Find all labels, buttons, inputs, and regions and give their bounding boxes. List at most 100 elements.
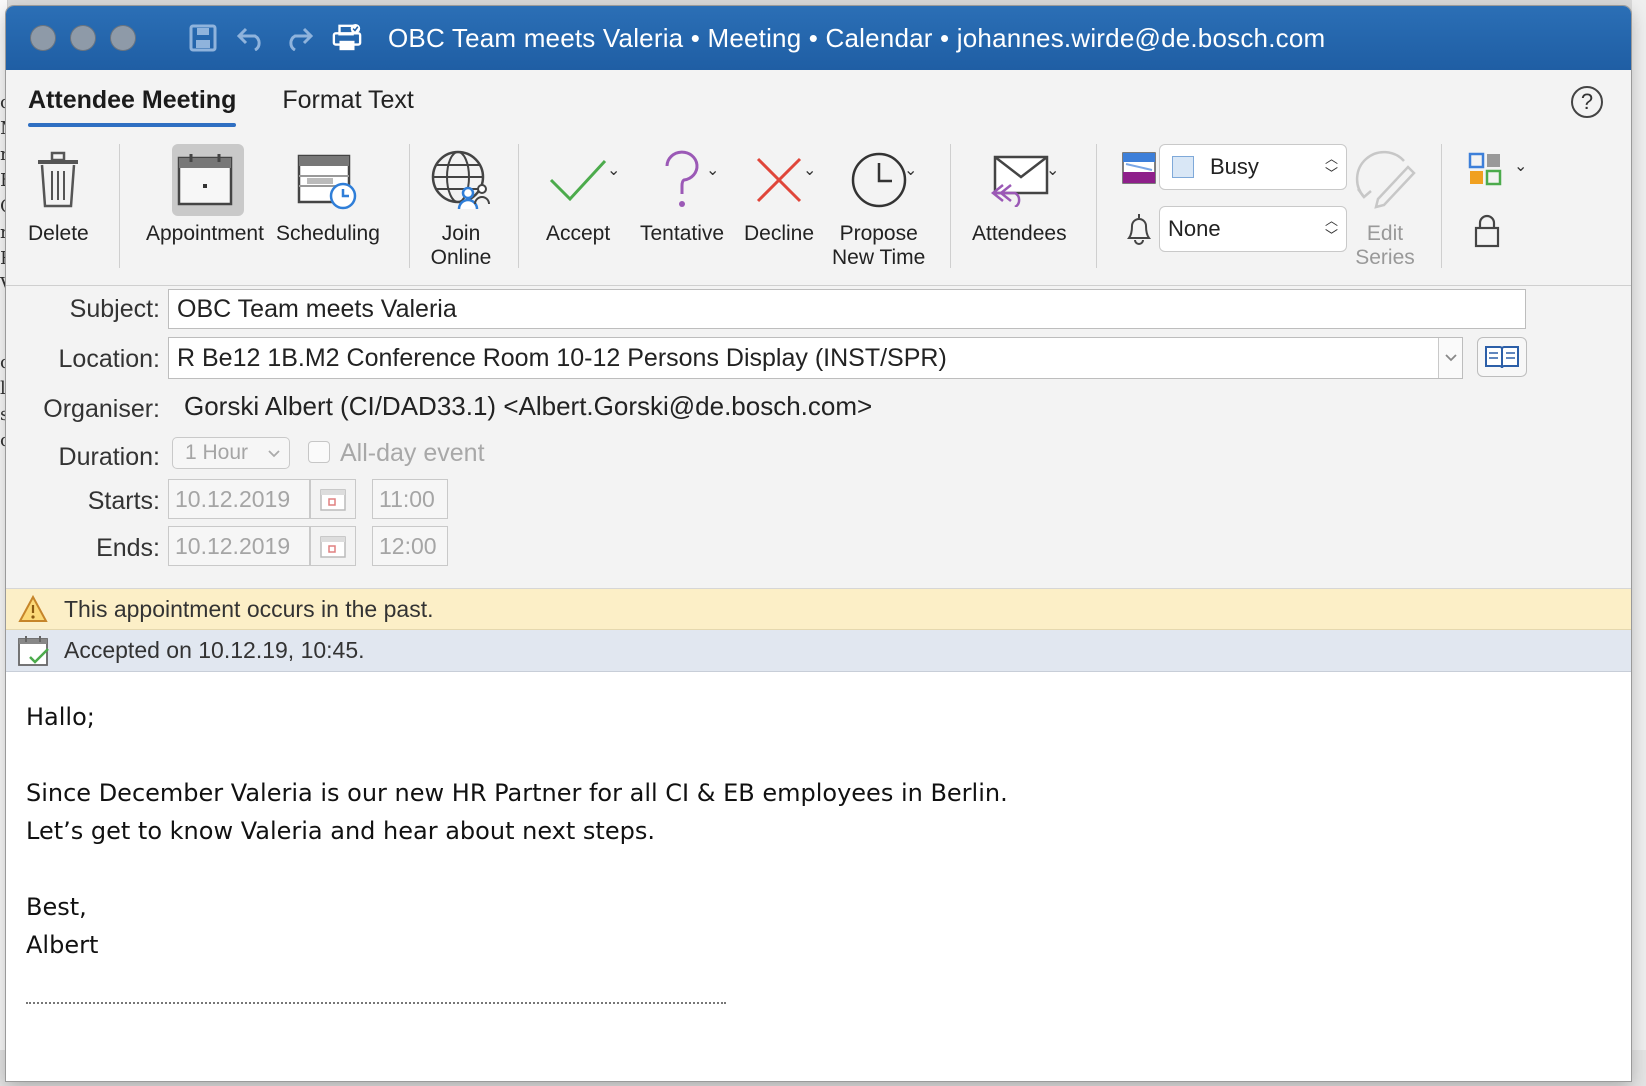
window-controls <box>30 25 136 51</box>
background-app-right <box>1632 0 1646 1086</box>
minimize-window-button[interactable] <box>70 25 96 51</box>
ends-label: Ends: <box>96 534 160 562</box>
mini-calendar-icon <box>320 536 346 558</box>
propose-chevron-down-icon[interactable]: ⌄ <box>904 160 917 180</box>
ribbon: Delete Appointment Scheduling Join Onlin… <box>6 130 1631 286</box>
starts-date-field[interactable]: 10.12.2019 <box>168 479 310 519</box>
accepted-text: Accepted on 10.12.19, 10:45. <box>64 637 365 663</box>
scheduling-label: Scheduling <box>276 222 380 245</box>
tab-attendee-meeting[interactable]: Attendee Meeting <box>28 78 237 127</box>
decline-chevron-down-icon[interactable]: ⌄ <box>803 160 816 180</box>
lock-icon[interactable] <box>1474 214 1500 253</box>
apps-chevron-down-icon[interactable]: ⌄ <box>1514 156 1527 176</box>
subject-field[interactable]: OBC Team meets Valeria <box>168 289 1526 329</box>
appointment-label: Appointment <box>146 222 264 245</box>
past-warning-banner: This appointment occurs in the past. <box>6 588 1631 630</box>
ribbon-separator <box>950 144 951 268</box>
trash-icon <box>36 144 80 216</box>
message-body[interactable]: Hallo; Since December Valeria is our new… <box>6 672 1631 1081</box>
ribbon-separator <box>409 144 410 268</box>
question-mark-icon <box>662 144 702 216</box>
edit-series-button[interactable]: Edit Series <box>1354 144 1416 270</box>
print-icon[interactable] <box>332 23 362 53</box>
title-bar: OBC Team meets Valeria • Meeting • Calen… <box>6 6 1631 70</box>
attendees-label: Attendees <box>972 222 1067 245</box>
meeting-form: Subject: OBC Team meets Valeria Location… <box>6 287 1631 587</box>
body-line-greeting: Hallo; <box>26 703 95 731</box>
organiser-value: Gorski Albert (CI/DAD33.1) <Albert.Gorsk… <box>184 391 873 421</box>
accept-label: Accept <box>546 222 611 245</box>
decline-label: Decline <box>744 222 815 245</box>
book-icon <box>1485 346 1519 369</box>
meeting-window: OBC Team meets Valeria • Meeting • Calen… <box>6 6 1631 1081</box>
ribbon-separator <box>119 144 120 268</box>
dotted-separator <box>26 1002 726 1004</box>
show-as-value: Busy <box>1210 154 1259 179</box>
zoom-window-button[interactable] <box>110 25 136 51</box>
edit-series-label-2: Series <box>1355 246 1415 269</box>
envelope-reply-icon <box>989 144 1049 216</box>
redo-icon[interactable] <box>284 23 314 53</box>
calendar-icon <box>177 144 233 216</box>
scheduling-icon <box>297 144 359 216</box>
help-icon[interactable]: ? <box>1571 86 1603 118</box>
chevron-down-icon <box>268 450 280 458</box>
apps-grid-icon[interactable] <box>1468 152 1502 191</box>
reminder-value: None <box>1168 216 1221 241</box>
propose-label-2: New Time <box>832 246 926 269</box>
delete-button[interactable]: Delete <box>28 144 89 246</box>
body-line-text-1: Since December Valeria is our new HR Par… <box>26 779 1008 807</box>
window-title: OBC Team meets Valeria • Meeting • Calen… <box>388 22 1326 53</box>
x-icon <box>754 144 804 216</box>
accepted-banner: Accepted on 10.12.19, 10:45. <box>6 630 1631 672</box>
attendees-chevron-down-icon[interactable]: ⌄ <box>1046 160 1059 180</box>
body-line-signature: Albert <box>26 931 99 959</box>
clock-icon <box>850 144 908 216</box>
mini-calendar-icon <box>320 489 346 511</box>
busy-swatch-icon <box>1172 156 1194 178</box>
location-value: R Be12 1B.M2 Conference Room 10-12 Perso… <box>177 343 947 372</box>
tentative-chevron-down-icon[interactable]: ⌄ <box>706 160 719 180</box>
address-book-button[interactable] <box>1477 337 1527 377</box>
calendar-check-icon <box>18 635 49 666</box>
show-as-color-icon <box>1122 152 1156 189</box>
reminder-select[interactable]: None ︿ ﹀ <box>1159 206 1347 252</box>
accept-button[interactable]: Accept <box>546 144 610 246</box>
location-label: Location: <box>58 345 160 373</box>
stepper-arrows-icon: ︿ ﹀ <box>1324 213 1338 243</box>
allday-checkbox[interactable] <box>308 441 330 463</box>
ends-calendar-button[interactable] <box>310 526 356 566</box>
starts-time-field[interactable]: 11:00 <box>372 479 448 519</box>
starts-label: Starts: <box>87 487 160 515</box>
location-chevron-down-icon[interactable] <box>1438 338 1462 378</box>
tentative-label: Tentative <box>640 222 725 245</box>
body-blank <box>26 850 1611 888</box>
accept-chevron-down-icon[interactable]: ⌄ <box>607 160 620 180</box>
scheduling-button[interactable]: Scheduling <box>276 144 380 246</box>
edit-series-label-1: Edit <box>1366 222 1404 245</box>
ribbon-separator <box>518 144 519 268</box>
join-online-label-1: Join <box>441 222 481 245</box>
show-as-select[interactable]: Busy ︿ ﹀ <box>1159 144 1347 190</box>
location-field[interactable]: R Be12 1B.M2 Conference Room 10-12 Perso… <box>168 337 1463 379</box>
join-online-button[interactable]: Join Online <box>430 144 492 270</box>
allday-label: All-day event <box>340 439 485 467</box>
warning-text: This appointment occurs in the past. <box>64 595 434 622</box>
duration-value: 1 Hour <box>185 441 249 464</box>
join-online-label-2: Online <box>430 246 492 269</box>
undo-icon[interactable] <box>236 23 266 53</box>
globe-people-icon <box>430 144 492 216</box>
starts-calendar-button[interactable] <box>310 479 356 519</box>
tab-format-text[interactable]: Format Text <box>282 78 414 123</box>
appointment-button[interactable]: Appointment <box>146 144 264 246</box>
ribbon-separator <box>1441 144 1442 268</box>
propose-label-1: Propose <box>839 222 918 245</box>
close-window-button[interactable] <box>30 25 56 51</box>
ends-date-field[interactable]: 10.12.2019 <box>168 526 310 566</box>
ends-time-field[interactable]: 12:00 <box>372 526 448 566</box>
bell-icon <box>1124 212 1154 251</box>
body-blank <box>26 736 1611 774</box>
ribbon-tabs: Attendee Meeting Format Text <box>6 70 1631 130</box>
save-icon[interactable] <box>188 23 218 53</box>
duration-select[interactable]: 1 Hour <box>172 437 290 469</box>
